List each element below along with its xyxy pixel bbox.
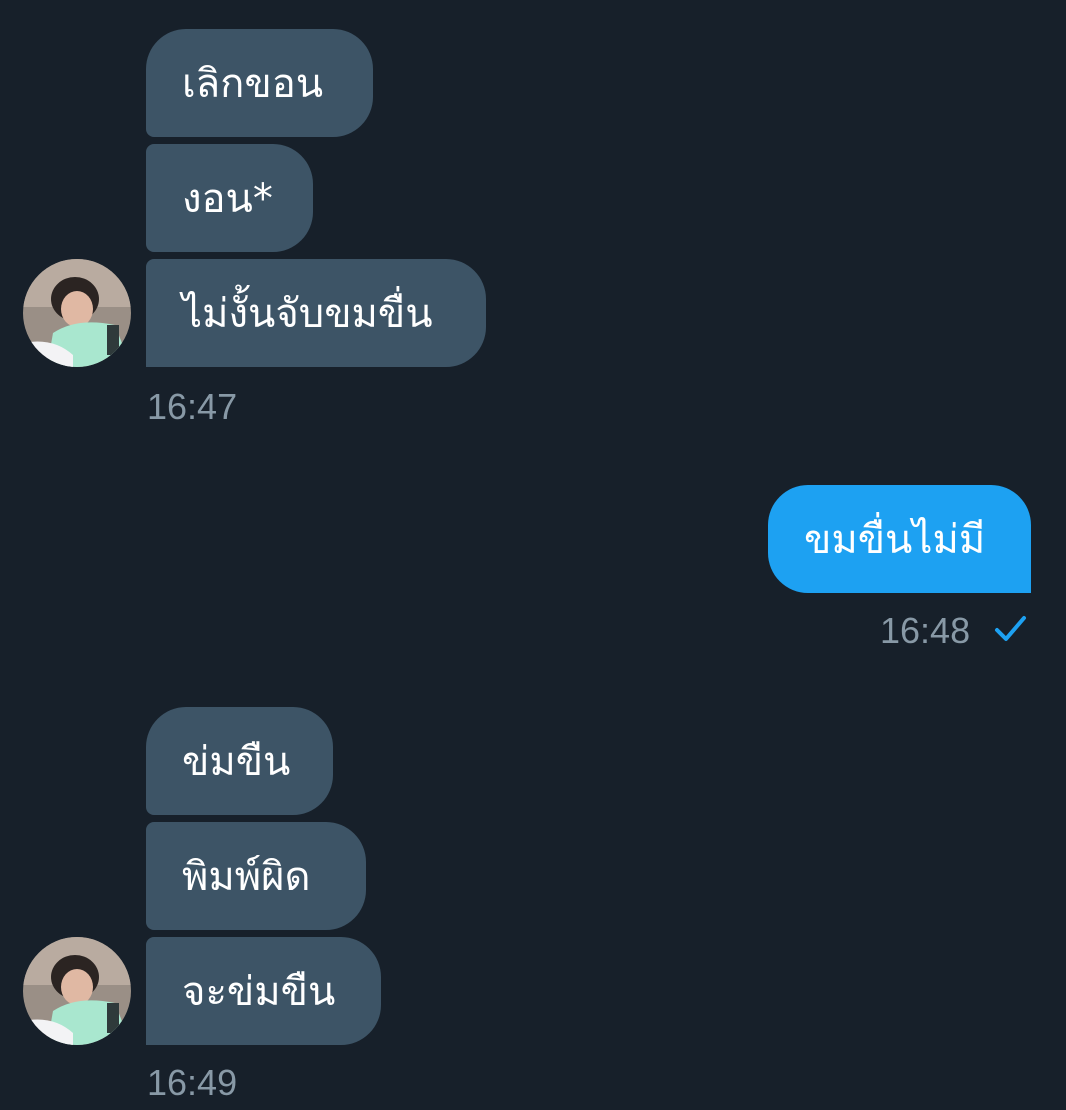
sent-check-icon bbox=[995, 616, 1026, 641]
incoming-message-bubble[interactable]: ข่มขืน bbox=[146, 707, 333, 815]
avatar-photo bbox=[23, 937, 131, 1045]
message-text: ขมขื่นไม่มี bbox=[804, 517, 986, 563]
user-avatar[interactable] bbox=[23, 259, 131, 367]
outgoing-message-bubble[interactable]: ขมขื่นไม่มี bbox=[768, 485, 1031, 593]
incoming-message-bubble[interactable]: พิมพ์ผิด bbox=[146, 822, 366, 930]
message-text: พิมพ์ผิด bbox=[182, 854, 311, 900]
message-text: จะข่มขืน bbox=[182, 969, 336, 1015]
incoming-message-bubble[interactable]: จะข่มขืน bbox=[146, 937, 381, 1045]
message-text: งอน* bbox=[182, 176, 273, 222]
message-text: ข่มขืน bbox=[182, 739, 291, 785]
avatar-photo bbox=[23, 259, 131, 367]
message-text: เลิกขอน bbox=[182, 61, 324, 107]
message-timestamp: 16:48 bbox=[880, 610, 971, 651]
incoming-message-bubble[interactable]: ไม่งั้นจับขมขื่น bbox=[146, 259, 486, 367]
incoming-message-bubble[interactable]: งอน* bbox=[146, 144, 313, 252]
conversation-view: { "colors": { "background": "#17202a", "… bbox=[0, 0, 1066, 1110]
message-text: ไม่งั้นจับขมขื่น bbox=[182, 291, 433, 337]
user-avatar[interactable] bbox=[23, 937, 131, 1045]
incoming-message-bubble[interactable]: เลิกขอน bbox=[146, 29, 373, 137]
message-timestamp: 16:49 bbox=[147, 1062, 238, 1103]
message-timestamp: 16:47 bbox=[147, 386, 238, 427]
